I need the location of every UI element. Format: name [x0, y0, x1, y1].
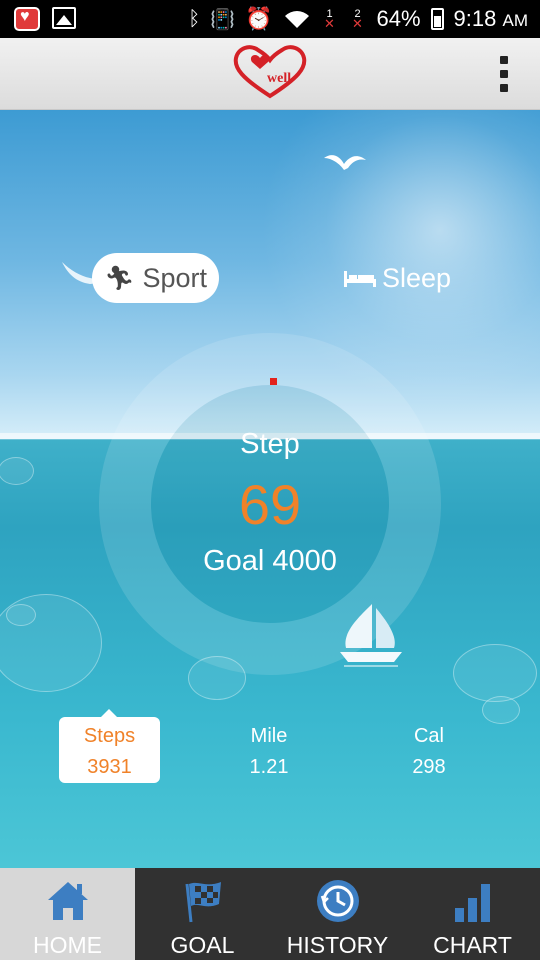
menu-dot: [500, 56, 508, 64]
stat-steps[interactable]: Steps 3931: [59, 709, 160, 783]
vibrate-icon: 📳: [210, 8, 236, 31]
clock-ampm: AM: [502, 11, 529, 30]
nav-history-label: HISTORY: [286, 932, 389, 958]
battery-icon: [430, 8, 444, 30]
app-notification-icon: [14, 7, 40, 31]
sailboat-icon: [340, 604, 402, 667]
menu-dot: [500, 84, 508, 92]
progress-indicator: [270, 378, 277, 385]
bed-icon: [344, 271, 376, 287]
main-dashboard: 🏃︎ Sport Sleep Step 69 Goal 4000 Steps 3…: [0, 110, 540, 868]
nav-chart-label: CHART: [433, 932, 512, 958]
sleep-tab[interactable]: Sleep: [342, 253, 451, 303]
nav-history[interactable]: HISTORY: [270, 868, 405, 960]
app-bar: well: [0, 38, 540, 110]
sport-tab[interactable]: 🏃︎ Sport: [92, 253, 219, 303]
heart-logo-icon: well: [233, 45, 307, 99]
seagull-icon: [324, 155, 366, 170]
sport-tab-label: Sport: [142, 262, 207, 293]
sleep-tab-label: Sleep: [382, 262, 452, 293]
logo-text: well: [267, 71, 291, 86]
history-clock-icon: [316, 880, 359, 922]
bubble-decoration: [6, 604, 36, 626]
battery-percent: 64%: [376, 6, 421, 31]
running-icon: 🏃︎: [103, 264, 135, 292]
menu-dot: [500, 70, 508, 78]
clock-time: 9:18: [453, 6, 497, 31]
bottom-navigation: HOME GOAL HISTORY CHART: [0, 868, 540, 960]
image-notification-icon: [52, 7, 76, 29]
goal-label: Goal 4000: [203, 545, 337, 577]
status-bar: ᛒ 📳 ⏰ 1✕ 2✕ 64% 9:18 AM: [0, 0, 540, 38]
stat-value: 3931: [87, 756, 132, 778]
stat-cal[interactable]: Cal 298: [379, 717, 479, 783]
stats-row: Steps 3931 Mile 1.21 Cal 298: [0, 709, 540, 787]
stat-value: 298: [412, 756, 446, 778]
wifi-icon: [284, 11, 309, 28]
stat-mile[interactable]: Mile 1.21: [219, 717, 319, 783]
nav-home[interactable]: HOME: [0, 868, 135, 960]
bubble-decoration: [188, 656, 246, 700]
step-label: Step: [240, 428, 300, 460]
stat-value: 1.21: [249, 756, 289, 778]
stat-label: Mile: [250, 725, 288, 747]
nav-chart[interactable]: CHART: [405, 868, 540, 960]
stat-label: Cal: [413, 725, 444, 747]
bubble-decoration: [453, 644, 537, 702]
bluetooth-icon: ᛒ: [188, 7, 201, 30]
overflow-menu-button[interactable]: [498, 56, 510, 92]
home-icon: [47, 882, 88, 920]
nav-home-label: HOME: [33, 932, 102, 958]
step-count: 69: [238, 473, 302, 536]
stat-label: Steps: [83, 725, 136, 747]
bar-chart-icon: [454, 884, 490, 922]
nav-goal-label: GOAL: [170, 932, 235, 958]
checkered-flag-icon: [185, 882, 221, 923]
sim1-signal-icon: 1 ✕: [324, 7, 335, 31]
sim2-signal-icon: 2 ✕: [352, 7, 363, 31]
clock: 9:18 AM: [454, 6, 528, 32]
alarm-icon: ⏰: [245, 6, 273, 31]
nav-goal[interactable]: GOAL: [135, 868, 270, 960]
